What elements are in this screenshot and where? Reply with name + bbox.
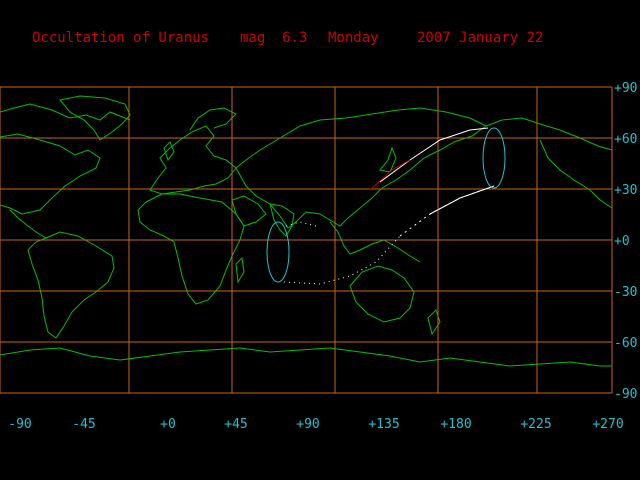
longitude-label: -45 xyxy=(72,417,95,432)
longitude-label: +270 xyxy=(592,417,623,432)
coast-scandinavia xyxy=(189,107,237,131)
coast-britain xyxy=(163,141,175,162)
coast-japan xyxy=(379,146,397,173)
western-dotted-path xyxy=(283,235,401,285)
latitude-label: +90 xyxy=(614,81,637,96)
coast-alaska xyxy=(485,117,613,151)
coast-south-america xyxy=(27,231,115,339)
longitude-label: +90 xyxy=(296,417,319,432)
latitude-label: -30 xyxy=(614,285,637,300)
coast-north-america-west xyxy=(0,133,101,215)
longitude-label: +225 xyxy=(520,417,551,432)
coast-antarctica xyxy=(0,347,612,367)
coast-madagascar xyxy=(235,256,245,284)
coast-australia xyxy=(349,265,415,323)
longitude-label: +0 xyxy=(160,417,176,432)
latitude-label: +60 xyxy=(614,132,637,147)
occultation-paths xyxy=(266,127,506,285)
longitude-label: +45 xyxy=(224,417,247,432)
latitude-label: +0 xyxy=(614,234,630,249)
sunset-ellipse xyxy=(482,127,506,189)
latitude-label: -90 xyxy=(614,387,637,402)
coast-europe xyxy=(149,125,237,195)
lat-lon-grid xyxy=(0,86,613,394)
coast-central-america xyxy=(9,209,47,239)
longitude-label: +180 xyxy=(440,417,471,432)
southern-limit-path-solid xyxy=(429,185,495,215)
latitude-labels: +90 +60 +30 +0 -30 -60 -90 xyxy=(614,81,637,402)
latitude-label: +30 xyxy=(614,183,637,198)
sunrise-ellipse xyxy=(266,221,290,283)
coast-north-america-east xyxy=(539,139,613,209)
longitude-labels: -90 -45 +0 +45 +90 +135 +180 +225 +270 xyxy=(8,417,623,432)
latitude-label: -60 xyxy=(614,336,637,351)
longitude-label: +135 xyxy=(368,417,399,432)
coast-southeast-asia xyxy=(329,221,421,263)
occultation-map-screen: Occultation of Uranus mag 6.3 Monday 200… xyxy=(0,0,640,480)
southern-limit-path xyxy=(399,185,495,237)
coastlines xyxy=(0,95,613,367)
western-dotted-path-top xyxy=(285,221,317,227)
coast-africa xyxy=(137,193,245,305)
coast-asia xyxy=(235,107,487,229)
coast-arabia xyxy=(231,195,267,227)
longitude-label: -90 xyxy=(8,417,31,432)
world-map: +90 +60 +30 +0 -30 -60 -90 -90 -45 +0 +45 +90 +135 +… xyxy=(0,81,637,432)
